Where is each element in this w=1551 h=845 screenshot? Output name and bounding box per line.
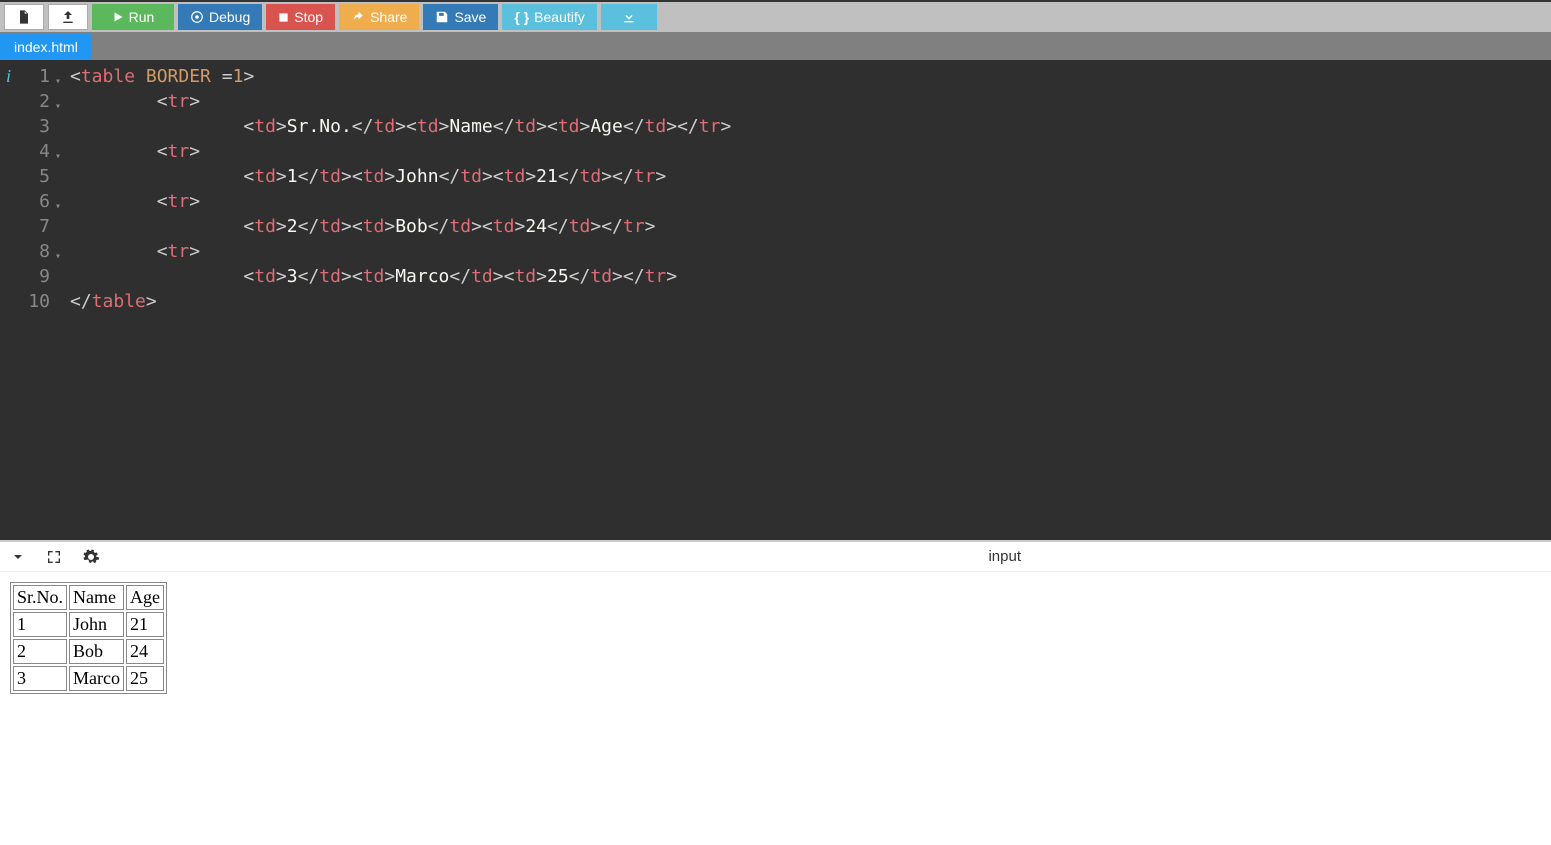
share-icon (351, 10, 365, 24)
stop-icon (278, 12, 289, 23)
table-cell: 1 (13, 612, 67, 637)
table-cell: Sr.No. (13, 585, 67, 610)
gutter-line: 9 (0, 264, 62, 289)
table-cell: 24 (126, 639, 164, 664)
code-line[interactable]: <tr> (70, 189, 1551, 214)
editor-code[interactable]: <table BORDER =1> <tr> <td>Sr.No.</td><t… (62, 60, 1551, 540)
table-cell: Name (69, 585, 124, 610)
input-label: input (988, 548, 1021, 565)
gutter-line: 6▾ (0, 189, 62, 214)
code-editor[interactable]: 1i▾2▾34▾56▾78▾910 <table BORDER =1> <tr>… (0, 60, 1551, 540)
download-icon (621, 9, 637, 25)
new-file-button[interactable] (4, 4, 44, 30)
braces-icon: { } (514, 9, 529, 25)
table-row: 1John21 (13, 612, 164, 637)
run-label: Run (129, 9, 155, 25)
gutter-line: 4▾ (0, 139, 62, 164)
table-row: 2Bob24 (13, 639, 164, 664)
tab-index-html[interactable]: index.html (0, 34, 92, 60)
share-label: Share (370, 9, 407, 25)
gutter-line: 8▾ (0, 239, 62, 264)
table-cell: Bob (69, 639, 124, 664)
beautify-button[interactable]: { } Beautify (502, 4, 596, 30)
tab-bar: index.html (0, 32, 1551, 60)
fullscreen-button[interactable] (46, 549, 62, 565)
table-cell: 21 (126, 612, 164, 637)
download-button[interactable] (601, 4, 657, 30)
table-cell: 25 (126, 666, 164, 691)
collapse-button[interactable] (10, 549, 26, 565)
code-line[interactable]: <tr> (70, 89, 1551, 114)
debug-button[interactable]: Debug (178, 4, 262, 30)
upload-icon (60, 9, 76, 25)
play-icon (112, 11, 124, 23)
gutter-line: 7 (0, 214, 62, 239)
code-line[interactable]: <td>2</td><td>Bob</td><td>24</td></tr> (70, 214, 1551, 239)
target-icon (190, 10, 204, 24)
save-label: Save (454, 9, 486, 25)
code-line[interactable]: <tr> (70, 239, 1551, 264)
output-pane: Sr.No.NameAge1John212Bob243Marco25 (0, 572, 1551, 704)
table-cell: 2 (13, 639, 67, 664)
table-cell: Age (126, 585, 164, 610)
output-table: Sr.No.NameAge1John212Bob243Marco25 (10, 582, 167, 694)
code-line[interactable]: <td>3</td><td>Marco</td><td>25</td></tr> (70, 264, 1551, 289)
gutter-line: 5 (0, 164, 62, 189)
gutter-line: 1i▾ (0, 64, 62, 89)
code-line[interactable]: <tr> (70, 139, 1551, 164)
beautify-label: Beautify (534, 9, 585, 25)
upload-button[interactable] (48, 4, 88, 30)
gutter-line: 10 (0, 289, 62, 314)
code-line[interactable]: <td>1</td><td>John</td><td>21</td></tr> (70, 164, 1551, 189)
share-button[interactable]: Share (339, 4, 419, 30)
run-button[interactable]: Run (92, 4, 174, 30)
table-cell: Marco (69, 666, 124, 691)
debug-label: Debug (209, 9, 250, 25)
chevron-down-icon (10, 549, 26, 565)
table-row: Sr.No.NameAge (13, 585, 164, 610)
settings-button[interactable] (82, 548, 100, 566)
code-line[interactable]: <td>Sr.No.</td><td>Name</td><td>Age</td>… (70, 114, 1551, 139)
save-icon (435, 10, 449, 24)
stop-button[interactable]: Stop (266, 4, 335, 30)
info-icon[interactable]: i (6, 64, 11, 89)
code-line[interactable]: <table BORDER =1> (70, 64, 1551, 89)
gear-icon (82, 548, 100, 566)
output-toolbar: input (0, 542, 1551, 572)
editor-gutter: 1i▾2▾34▾56▾78▾910 (0, 60, 62, 540)
table-cell: John (69, 612, 124, 637)
table-row: 3Marco25 (13, 666, 164, 691)
save-button[interactable]: Save (423, 4, 498, 30)
gutter-line: 3 (0, 114, 62, 139)
file-icon (16, 9, 32, 25)
toolbar: Run Debug Stop Share Save { } Beautify (0, 0, 1551, 32)
table-cell: 3 (13, 666, 67, 691)
tab-label: index.html (14, 39, 78, 55)
stop-label: Stop (294, 9, 323, 25)
code-line[interactable]: </table> (70, 289, 1551, 314)
gutter-line: 2▾ (0, 89, 62, 114)
expand-icon (46, 549, 62, 565)
